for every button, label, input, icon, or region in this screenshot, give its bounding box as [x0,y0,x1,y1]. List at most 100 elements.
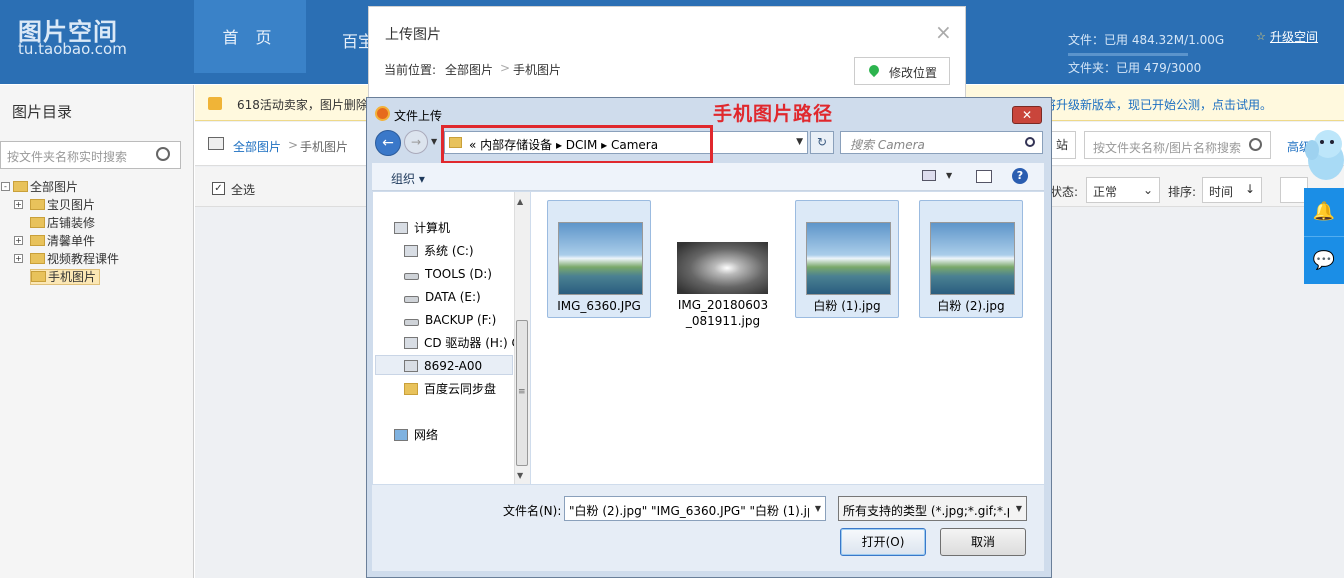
location-current: 手机图片 [513,63,562,77]
tree-item-all[interactable]: - 全部图片 [0,178,194,196]
logo-domain: tu.taobao.com [18,40,127,58]
open-button[interactable]: 打开(O) [840,528,926,556]
speaker-icon [208,97,222,110]
cancel-button[interactable]: 取消 [940,528,1026,556]
filetype-select[interactable]: 所有支持的类型 (*.jpg;*.gif;*.p ▼ [838,496,1027,521]
tree-item-label: 宝贝图片 [47,198,96,212]
back-arrow-icon[interactable]: ← [375,130,401,156]
search-icon[interactable] [1249,138,1262,151]
breadcrumb-separator: > [288,138,299,152]
filename-value: "白粉 (2).jpg" "IMG_6360.JPG" "白粉 (1).jpg [569,504,809,518]
nav-item-label: DATA (E:) [425,290,481,304]
tree-item-shop-decor[interactable]: 店铺装修 [0,214,194,232]
location-separator: > [500,61,511,75]
search-icon[interactable] [156,147,170,161]
notice-text: 618活动卖家，图片删除 [237,98,368,112]
chevron-down-icon[interactable]: ▼ [1016,504,1022,513]
location-label: 当前位置: [384,63,437,77]
dialog-command-bar [372,163,1044,191]
breadcrumb-current: 手机图片 [300,140,349,154]
change-location-label: 修改位置 [889,66,938,80]
file-item[interactable]: IMG_20180603_081911.jpg [671,200,775,328]
scroll-down-icon[interactable]: ▼ [517,471,523,480]
chevron-down-icon[interactable]: ▼ [796,137,803,147]
bell-icon[interactable]: 🔔 [1304,188,1344,236]
tree-item-label: 视频教程课件 [47,252,120,266]
quota-files: 文件：已用 484.32M/1.00G [1068,33,1225,47]
select-all-checkbox[interactable]: ✓ [212,182,225,195]
drive-icon [404,319,419,326]
status-select[interactable]: 正常 ⌄ [1086,177,1160,203]
file-item[interactable]: 白粉 (2).jpg [919,200,1023,318]
preview-pane-icon[interactable] [976,170,992,183]
nav-item-label: 计算机 [414,221,451,235]
file-name: IMG_6360.JPG [557,299,641,313]
expand-icon[interactable]: + [14,254,23,263]
history-dropdown-icon[interactable]: ▼ [431,137,437,146]
expand-icon[interactable]: + [14,200,23,209]
file-item[interactable]: IMG_6360.JPG [547,200,651,318]
search-icon[interactable] [1025,137,1035,147]
expand-icon[interactable]: + [14,236,23,245]
folder-icon [13,181,28,192]
collapse-icon[interactable]: - [1,182,10,191]
folder-tree: - 全部图片 + 宝贝图片 店铺装修 + 清馨单件 + 视频教程课件 手机图片 [0,178,194,286]
filename-input[interactable]: "白粉 (2).jpg" "IMG_6360.JPG" "白粉 (1).jpg … [564,496,826,521]
tree-item-qingxin[interactable]: + 清馨单件 [0,232,194,250]
nav-item-phone-device[interactable]: 8692-A00 [375,355,513,375]
nav-home-tab[interactable]: 首 页 [194,0,306,73]
chevron-down-icon[interactable]: ▼ [946,171,952,180]
help-icon[interactable]: ? [1012,168,1028,184]
mascot-elephant-icon[interactable] [1304,120,1344,186]
image-search-input[interactable]: 按文件夹名称/图片名称搜索 [1084,131,1271,159]
quota-panel: 文件：已用 484.32M/1.00G 文件夹：已用 479/3000 [1068,28,1224,81]
file-name: IMG_20180603_081911.jpg [677,298,769,328]
select-all-label[interactable]: 全选 [231,181,255,198]
sidebar-title: 图片目录 [12,103,73,121]
sort-label: 排序: [1168,185,1197,199]
organize-menu[interactable]: 组织 ▾ [391,170,425,187]
status-value: 正常 [1093,185,1118,199]
dialog-search-input[interactable]: 搜索 Camera [840,131,1043,154]
phone-device-icon [404,360,418,372]
system-drive-icon [404,245,418,257]
sort-select[interactable]: 时间 ↓ [1202,177,1262,203]
status-label: 状态: [1050,185,1079,199]
forward-arrow-icon[interactable]: → [404,130,428,154]
chat-icon[interactable]: 💬 [1304,236,1344,284]
tree-item-label: 店铺装修 [47,216,96,230]
tree-item-video-course[interactable]: + 视频教程课件 [0,250,194,268]
station-button[interactable]: 站 [1048,131,1076,159]
close-icon[interactable]: × [935,20,952,44]
location-root: 全部图片 [445,63,494,77]
nav-item-cd-drive[interactable]: CD 驱动器 (H:) C [404,333,514,353]
map-pin-icon [866,62,882,78]
folder-icon [30,199,45,210]
file-item[interactable]: 白粉 (1).jpg [795,200,899,318]
file-name: 白粉 (1).jpg [813,299,881,313]
scroll-up-icon[interactable]: ▲ [517,197,523,206]
tree-item-product[interactable]: + 宝贝图片 [0,196,194,214]
tree-item-phone[interactable]: 手机图片 [0,268,194,286]
image-icon [208,137,224,150]
upgrade-space-link[interactable]: 升级空间 [1270,28,1318,45]
sort-value: 时间 [1209,185,1234,199]
file-thumbnail [677,242,768,294]
dialog-close-button[interactable]: ✕ [1012,106,1042,124]
folder-search-input[interactable]: 按文件夹名称实时搜索 [0,141,181,169]
notice-trial-link[interactable]: 将升级新版本，现已开始公测，点击试用。 [1044,96,1272,113]
breadcrumb-root[interactable]: 全部图片 [233,138,281,155]
file-name: 白粉 (2).jpg [937,299,1005,313]
change-location-button[interactable]: 修改位置 [854,57,950,85]
star-icon: ☆ [1256,30,1266,43]
refresh-icon[interactable]: ↻ [810,131,834,154]
chevron-down-icon[interactable]: ▼ [815,504,821,513]
filetype-value: 所有支持的类型 (*.jpg;*.gif;*.p [843,504,1009,518]
arrow-down-icon: ↓ [1244,182,1255,196]
dialog-search-placeholder: 搜索 Camera [850,138,925,152]
view-options-icon[interactable] [922,170,936,181]
drive-icon [404,296,419,303]
nav-item-label: CD 驱动器 (H:) C [424,336,514,350]
computer-icon [394,222,408,234]
nav-item-label: 8692-A00 [424,359,483,373]
